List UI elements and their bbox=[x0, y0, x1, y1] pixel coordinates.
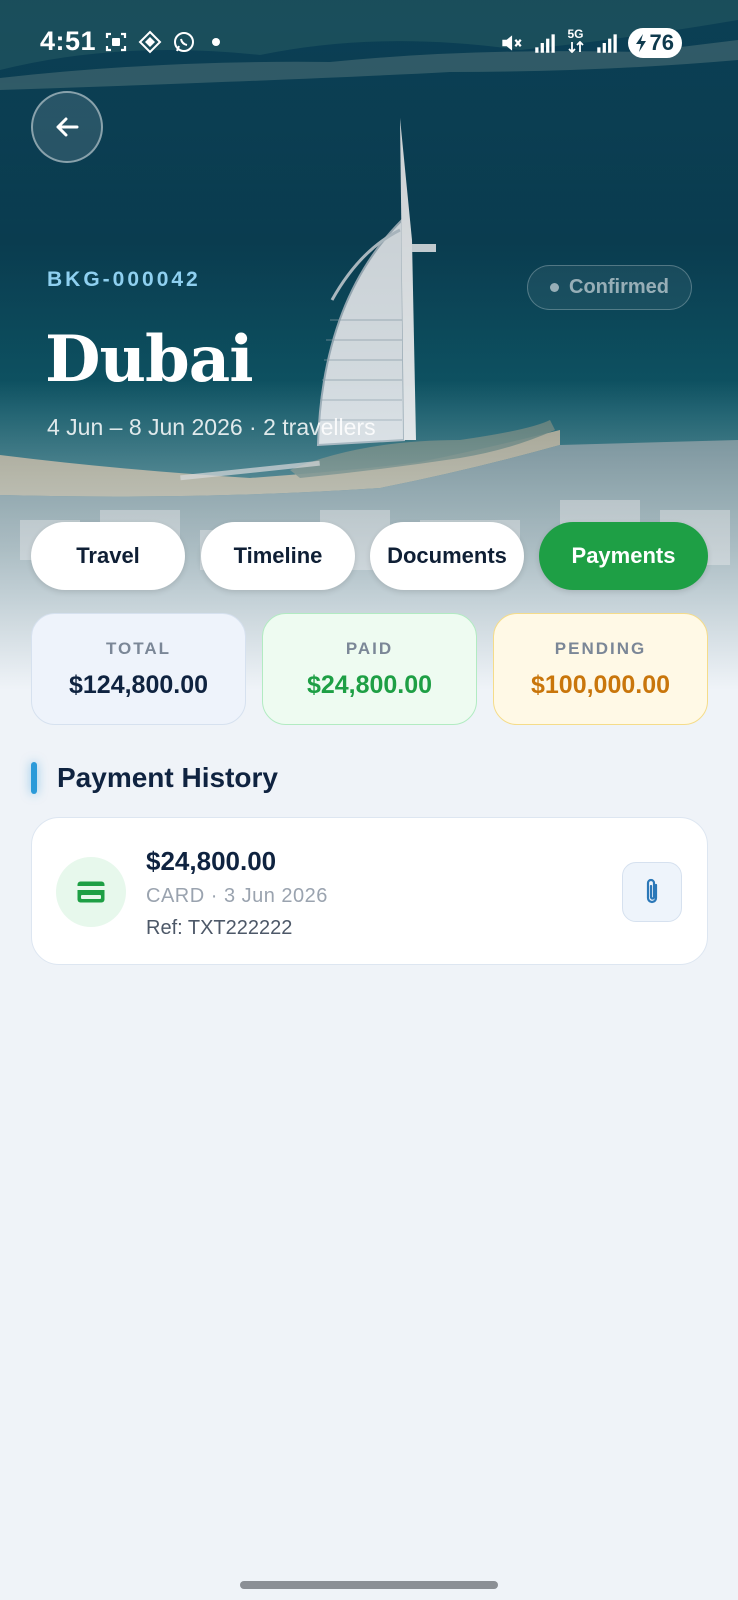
status-bar: 4:51 5G 76 bbox=[0, 0, 738, 86]
app-icon bbox=[138, 30, 162, 54]
whatsapp-icon bbox=[174, 32, 194, 52]
notification-dot bbox=[212, 38, 220, 46]
total-label: TOTAL bbox=[105, 638, 172, 658]
total-card: TOTAL $124,800.00 bbox=[31, 613, 246, 725]
network-type-label: 5G bbox=[567, 27, 584, 41]
paid-amount: $24,800.00 bbox=[306, 670, 433, 699]
tab-travel[interactable]: Travel bbox=[31, 522, 185, 590]
payment-history-header: Payment History bbox=[31, 758, 278, 798]
payment-amount: $24,800.00 bbox=[146, 846, 277, 876]
signal-icon-2 bbox=[596, 34, 617, 53]
credit-card-icon bbox=[77, 881, 105, 903]
status-right-icons: 5G 76 bbox=[498, 28, 682, 58]
status-time: 4:51 bbox=[40, 26, 97, 56]
arrow-left-icon bbox=[56, 117, 79, 137]
back-button[interactable] bbox=[31, 91, 103, 163]
section-accent-bar bbox=[31, 762, 37, 794]
payment-method-date: CARD · 3 Jun 2026 bbox=[146, 885, 328, 907]
payment-reference: Ref: TXT222222 bbox=[146, 917, 293, 939]
booking-payments-screen: 4:51 5G 76 BKG-000042 Confirmed Dubai 4 … bbox=[0, 0, 738, 1600]
screenshot-icon bbox=[105, 32, 127, 52]
data-arrows-icon bbox=[567, 40, 584, 54]
paid-label: PAID bbox=[345, 638, 394, 658]
tab-bar: Travel Timeline Documents Payments bbox=[31, 522, 708, 590]
battery-indicator: 76 bbox=[627, 28, 682, 58]
pending-label: PENDING bbox=[554, 638, 647, 658]
battery-charging-icon bbox=[635, 34, 646, 52]
status-left-icons bbox=[104, 30, 220, 54]
tab-timeline[interactable]: Timeline bbox=[201, 522, 355, 590]
section-title: Payment History bbox=[57, 762, 278, 793]
status-label: Confirmed bbox=[569, 276, 669, 298]
pending-card: PENDING $100,000.00 bbox=[493, 613, 708, 725]
paid-card: PAID $24,800.00 bbox=[262, 613, 477, 725]
signal-icon bbox=[534, 34, 555, 53]
pending-amount: $100,000.00 bbox=[530, 670, 671, 699]
battery-level: 76 bbox=[649, 30, 674, 55]
network-type-icon: 5G bbox=[566, 28, 586, 58]
status-badge: Confirmed bbox=[527, 265, 692, 310]
payment-item[interactable]: $24,800.00 CARD · 3 Jun 2026 Ref: TXT222… bbox=[31, 817, 708, 965]
home-indicator[interactable] bbox=[240, 1581, 498, 1589]
booking-id: BKG-000042 bbox=[47, 268, 201, 291]
trip-meta: 4 Jun – 8 Jun 2026 · 2 travellers bbox=[47, 414, 376, 440]
total-amount: $124,800.00 bbox=[68, 670, 209, 699]
destination-title: Dubai bbox=[45, 322, 254, 397]
status-dot-icon bbox=[550, 283, 559, 292]
tab-payments[interactable]: Payments bbox=[539, 522, 708, 590]
mute-icon bbox=[501, 35, 522, 51]
payment-summary: TOTAL $124,800.00 PAID $24,800.00 PENDIN… bbox=[31, 613, 708, 725]
attachment-button[interactable] bbox=[622, 862, 682, 922]
tab-documents[interactable]: Documents bbox=[370, 522, 524, 590]
payment-method-badge bbox=[56, 857, 126, 927]
paperclip-icon bbox=[646, 878, 658, 904]
